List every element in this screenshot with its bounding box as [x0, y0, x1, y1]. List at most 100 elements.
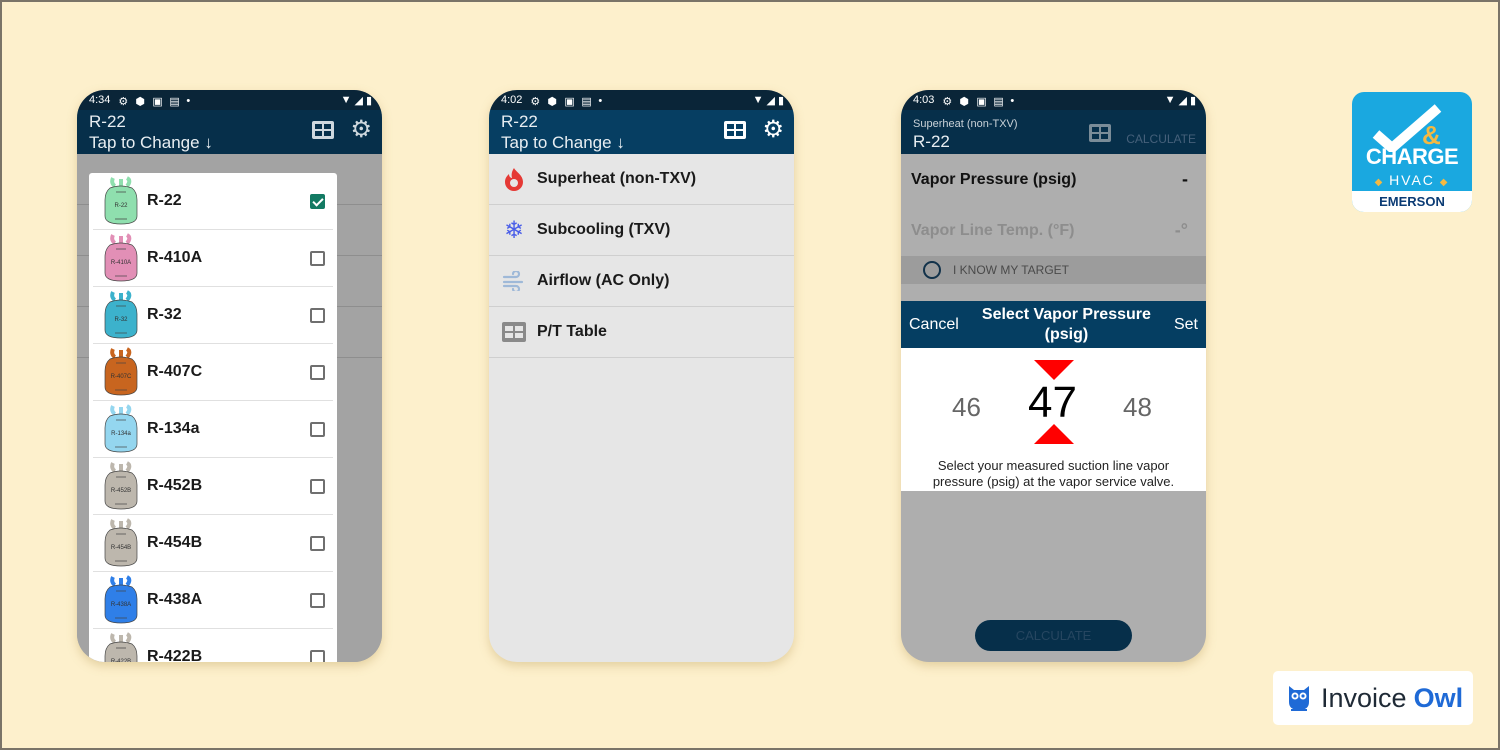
mail-status-icon: ▣ — [564, 96, 575, 108]
mail-status-icon: ▣ — [152, 96, 163, 108]
owl-icon — [1289, 686, 1309, 711]
picker-next-value[interactable]: 48 — [1123, 392, 1152, 423]
refrigerant-tank-icon: R-452B — [104, 461, 138, 510]
refrigerant-checkbox[interactable] — [310, 649, 325, 662]
wind-icon — [501, 268, 527, 294]
vapor-line-temp-row[interactable]: Vapor Line Temp. (°F) -° — [901, 205, 1206, 256]
calculate-action[interactable]: CALCULATE — [1126, 132, 1196, 146]
arrow-down-icon: ↓ — [204, 133, 213, 152]
decrement-arrow-icon[interactable] — [1034, 360, 1074, 380]
calculate-button[interactable]: CALCULATE — [975, 620, 1132, 651]
refrigerant-tank-icon: R-438A — [104, 575, 138, 624]
refrigerant-option[interactable]: R-32 R-32 — [93, 287, 333, 344]
menu-item-subcooling[interactable]: ❄ Subcooling (TXV) — [489, 205, 794, 256]
dot-status-icon: • — [1010, 95, 1015, 107]
signal-icon: ◢ — [766, 94, 775, 107]
emerson-check-charge-logo: & CHARGE ◆ HVAC ◆ EMERSON — [1352, 92, 1472, 212]
radio-button[interactable] — [923, 261, 941, 279]
number-picker[interactable]: 46 47 48 Select your measured suction li… — [901, 348, 1206, 491]
know-target-option[interactable]: I KNOW MY TARGET — [901, 256, 1206, 284]
set-button[interactable]: Set — [1174, 316, 1198, 334]
signal-icon: ◢ — [1178, 94, 1187, 107]
svg-text:R-422B: R-422B — [111, 659, 131, 662]
refrigerant-option[interactable]: R-438A R-438A — [93, 572, 333, 629]
refrigerant-option[interactable]: R-454B R-454B — [93, 515, 333, 572]
picker-current-value: 47 — [1028, 378, 1077, 427]
refrigerant-name: R-422B — [147, 648, 203, 662]
refrigerant-checkbox[interactable] — [310, 535, 325, 551]
refrigerant-checkbox[interactable] — [310, 307, 325, 323]
refrigerant-option[interactable]: R-22 R-22 — [93, 173, 333, 230]
refrigerant-tank-icon: R-454B — [104, 518, 138, 567]
vapor-pressure-row[interactable]: Vapor Pressure (psig) - — [901, 154, 1206, 205]
refrigerant-option[interactable]: R-134a R-134a — [93, 401, 333, 458]
picker-title: Select Vapor Pressure (psig) — [981, 305, 1151, 343]
app-bar[interactable]: R-22 Tap to Change ↓ ⚙ — [77, 110, 382, 154]
refrigerant-option[interactable]: R-422B R-422B — [93, 629, 333, 662]
table-icon[interactable] — [1089, 124, 1111, 142]
increment-arrow-icon[interactable] — [1034, 424, 1074, 444]
table-icon[interactable] — [724, 121, 747, 139]
refrigerant-tank-icon: R-407C — [104, 347, 138, 396]
refrigerant-name: R-32 — [147, 306, 182, 323]
refrigerant-option[interactable]: R-452B R-452B — [93, 458, 333, 515]
menu-item-airflow[interactable]: Airflow (AC Only) — [489, 256, 794, 307]
app-bar[interactable]: R-22 Tap to Change ↓ ⚙ — [489, 110, 794, 154]
refrigerant-name: R-407C — [147, 363, 203, 380]
svg-text:R-134a: R-134a — [111, 431, 131, 437]
invoice-owl-logo: Invoice Owl — [1273, 671, 1473, 725]
refrigerant-dialog: R-22 R-22 R-410A R-410A R-32 R-32 R-407C R-407C… — [89, 173, 337, 662]
picker-description: Select your measured suction line vapor … — [932, 458, 1175, 489]
table-icon — [501, 319, 527, 345]
dot-status-icon: • — [186, 95, 191, 107]
status-time: 4:34 — [89, 94, 111, 106]
phone-refrigerant-picker: 4:34 ⚙ ⬢ ▣ ▤ • ▼ ◢ ▮ R-22 Tap to Change … — [77, 90, 382, 662]
calendar-status-icon: ▤ — [581, 96, 592, 108]
cancel-button[interactable]: Cancel — [909, 316, 959, 334]
refrigerant-tank-icon: R-134a — [104, 404, 138, 453]
battery-icon: ▮ — [1189, 94, 1196, 107]
status-time: 4:02 — [501, 94, 523, 106]
arrow-down-icon: ↓ — [616, 133, 625, 152]
refrigerant-checkbox[interactable] — [310, 421, 325, 437]
svg-text:R-407C: R-407C — [111, 374, 132, 380]
picker-header: Cancel Select Vapor Pressure (psig) Set — [901, 301, 1206, 348]
shield-status-icon: ⬢ — [547, 96, 558, 108]
svg-text:R-22: R-22 — [114, 203, 128, 209]
refrigerant-name: R-410A — [147, 249, 203, 266]
refrigerant-checkbox[interactable] — [310, 478, 325, 494]
refrigerant-name: R-452B — [147, 477, 203, 494]
menu-item-pt-table[interactable]: P/T Table — [489, 307, 794, 358]
svg-text:R-452B: R-452B — [111, 488, 131, 494]
wifi-icon: ▼ — [752, 94, 764, 106]
phone-main-menu: 4:02 ⚙ ⬢ ▣ ▤ • ▼ ◢ ▮ R-22 Tap to Change … — [489, 90, 794, 662]
settings-status-icon: ⚙ — [118, 96, 129, 108]
refrigerant-checkbox[interactable] — [310, 364, 325, 380]
signal-icon: ◢ — [354, 94, 363, 107]
calendar-status-icon: ▤ — [993, 96, 1004, 108]
shield-status-icon: ⬢ — [135, 96, 146, 108]
screen-subtitle: Superheat (non-TXV) — [913, 118, 1018, 130]
refrigerant-option[interactable]: R-410A R-410A — [93, 230, 333, 287]
refrigerant-checkbox[interactable] — [310, 193, 325, 209]
refrigerant-tank-icon: R-422B — [104, 632, 138, 662]
status-bar: 4:03 ⚙ ⬢ ▣ ▤ • ▼ ◢ ▮ — [901, 90, 1206, 110]
table-icon[interactable] — [312, 121, 335, 139]
refrigerant-name: R-134a — [147, 420, 200, 437]
picker-prev-value[interactable]: 46 — [952, 392, 981, 423]
gear-icon[interactable]: ⚙ — [762, 118, 784, 142]
battery-icon: ▮ — [777, 94, 784, 107]
phone-superheat-input: 4:03 ⚙ ⬢ ▣ ▤ • ▼ ◢ ▮ Superheat (non-TXV)… — [901, 90, 1206, 662]
dot-status-icon: • — [598, 95, 603, 107]
refrigerant-checkbox[interactable] — [310, 592, 325, 608]
refrigerant-option[interactable]: R-407C R-407C — [93, 344, 333, 401]
menu-item-superheat[interactable]: Superheat (non-TXV) — [489, 154, 794, 205]
settings-status-icon: ⚙ — [942, 96, 953, 108]
wifi-icon: ▼ — [1164, 94, 1176, 106]
calendar-status-icon: ▤ — [169, 96, 180, 108]
refrigerant-checkbox[interactable] — [310, 250, 325, 266]
battery-icon: ▮ — [365, 94, 372, 107]
gear-icon[interactable]: ⚙ — [350, 118, 372, 142]
settings-status-icon: ⚙ — [530, 96, 541, 108]
svg-text:R-410A: R-410A — [111, 260, 131, 266]
